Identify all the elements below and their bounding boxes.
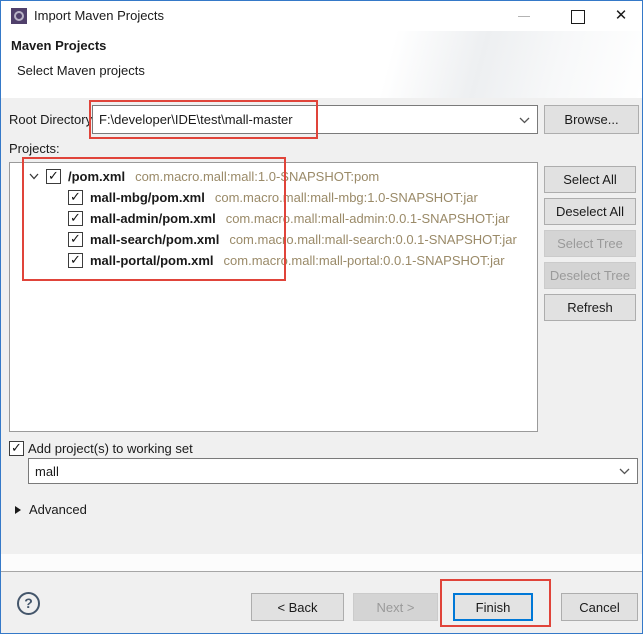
project-name: mall-admin/pom.xml <box>90 211 216 226</box>
chevron-down-icon[interactable] <box>519 117 530 124</box>
tree-expander-icon[interactable] <box>29 172 46 182</box>
import-maven-projects-dialog: Import Maven Projects ✕ Maven Projects S… <box>0 0 643 634</box>
footer-separator <box>1 571 642 572</box>
project-name: /pom.xml <box>68 169 125 184</box>
project-checkbox[interactable] <box>46 169 61 184</box>
advanced-label: Advanced <box>29 502 87 517</box>
project-coordinates: com.macro.mall:mall-mbg:1.0-SNAPSHOT:jar <box>215 190 478 205</box>
project-coordinates: com.macro.mall:mall-admin:0.0.1-SNAPSHOT… <box>226 211 510 226</box>
projects-tree[interactable]: /pom.xml com.macro.mall:mall:1.0-SNAPSHO… <box>9 162 538 432</box>
project-checkbox[interactable] <box>68 211 83 226</box>
root-directory-label: Root Directory: <box>9 112 96 127</box>
collapsed-arrow-icon <box>15 506 21 514</box>
root-directory-input[interactable] <box>93 106 537 133</box>
browse-button[interactable]: Browse... <box>544 105 639 134</box>
tree-row-pom[interactable]: /pom.xml com.macro.mall:mall:1.0-SNAPSHO… <box>10 166 537 187</box>
page-title: Maven Projects <box>11 38 106 53</box>
tree-row-mall-portal[interactable]: mall-portal/pom.xml com.macro.mall:mall-… <box>10 250 537 271</box>
working-set-label: Add project(s) to working set <box>28 441 193 456</box>
project-name: mall-portal/pom.xml <box>90 253 214 268</box>
working-set-input[interactable] <box>29 459 637 483</box>
help-icon[interactable]: ? <box>17 592 40 615</box>
working-set-checkbox[interactable] <box>9 441 24 456</box>
project-name: mall-search/pom.xml <box>90 232 219 247</box>
project-checkbox[interactable] <box>68 232 83 247</box>
select-tree-button[interactable]: Select Tree <box>544 230 636 257</box>
deselect-all-button[interactable]: Deselect All <box>544 198 636 225</box>
back-button[interactable]: < Back <box>251 593 344 621</box>
page-subtitle: Select Maven projects <box>17 63 145 78</box>
project-name: mall-mbg/pom.xml <box>90 190 205 205</box>
maximize-button[interactable] <box>561 1 593 31</box>
title-bar: Import Maven Projects ✕ <box>1 1 642 31</box>
next-button[interactable]: Next > <box>353 593 438 621</box>
tree-row-mall-admin[interactable]: mall-admin/pom.xml com.macro.mall:mall-a… <box>10 208 537 229</box>
chevron-down-icon[interactable] <box>619 468 630 475</box>
deselect-tree-button[interactable]: Deselect Tree <box>544 262 636 289</box>
advanced-section-toggle[interactable]: Advanced <box>15 502 87 517</box>
minimize-button[interactable] <box>508 1 540 31</box>
finish-button[interactable]: Finish <box>453 593 533 621</box>
footer-highlight <box>1 554 642 571</box>
working-set-combo[interactable] <box>28 458 638 484</box>
root-directory-combo[interactable] <box>92 105 538 134</box>
wizard-banner: Maven Projects Select Maven projects <box>1 31 642 98</box>
projects-label: Projects: <box>9 141 60 156</box>
project-checkbox[interactable] <box>68 253 83 268</box>
refresh-button[interactable]: Refresh <box>544 294 636 321</box>
project-coordinates: com.macro.mall:mall-search:0.0.1-SNAPSHO… <box>229 232 517 247</box>
project-checkbox[interactable] <box>68 190 83 205</box>
maven-wizard-icon <box>11 8 27 24</box>
project-coordinates: com.macro.mall:mall-portal:0.0.1-SNAPSHO… <box>224 253 505 268</box>
project-coordinates: com.macro.mall:mall:1.0-SNAPSHOT:pom <box>135 169 379 184</box>
window-title: Import Maven Projects <box>34 1 164 31</box>
tree-row-mall-mbg[interactable]: mall-mbg/pom.xml com.macro.mall:mall-mbg… <box>10 187 537 208</box>
select-all-button[interactable]: Select All <box>544 166 636 193</box>
cancel-button[interactable]: Cancel <box>561 593 638 621</box>
close-button[interactable]: ✕ <box>605 1 637 31</box>
tree-row-mall-search[interactable]: mall-search/pom.xml com.macro.mall:mall-… <box>10 229 537 250</box>
